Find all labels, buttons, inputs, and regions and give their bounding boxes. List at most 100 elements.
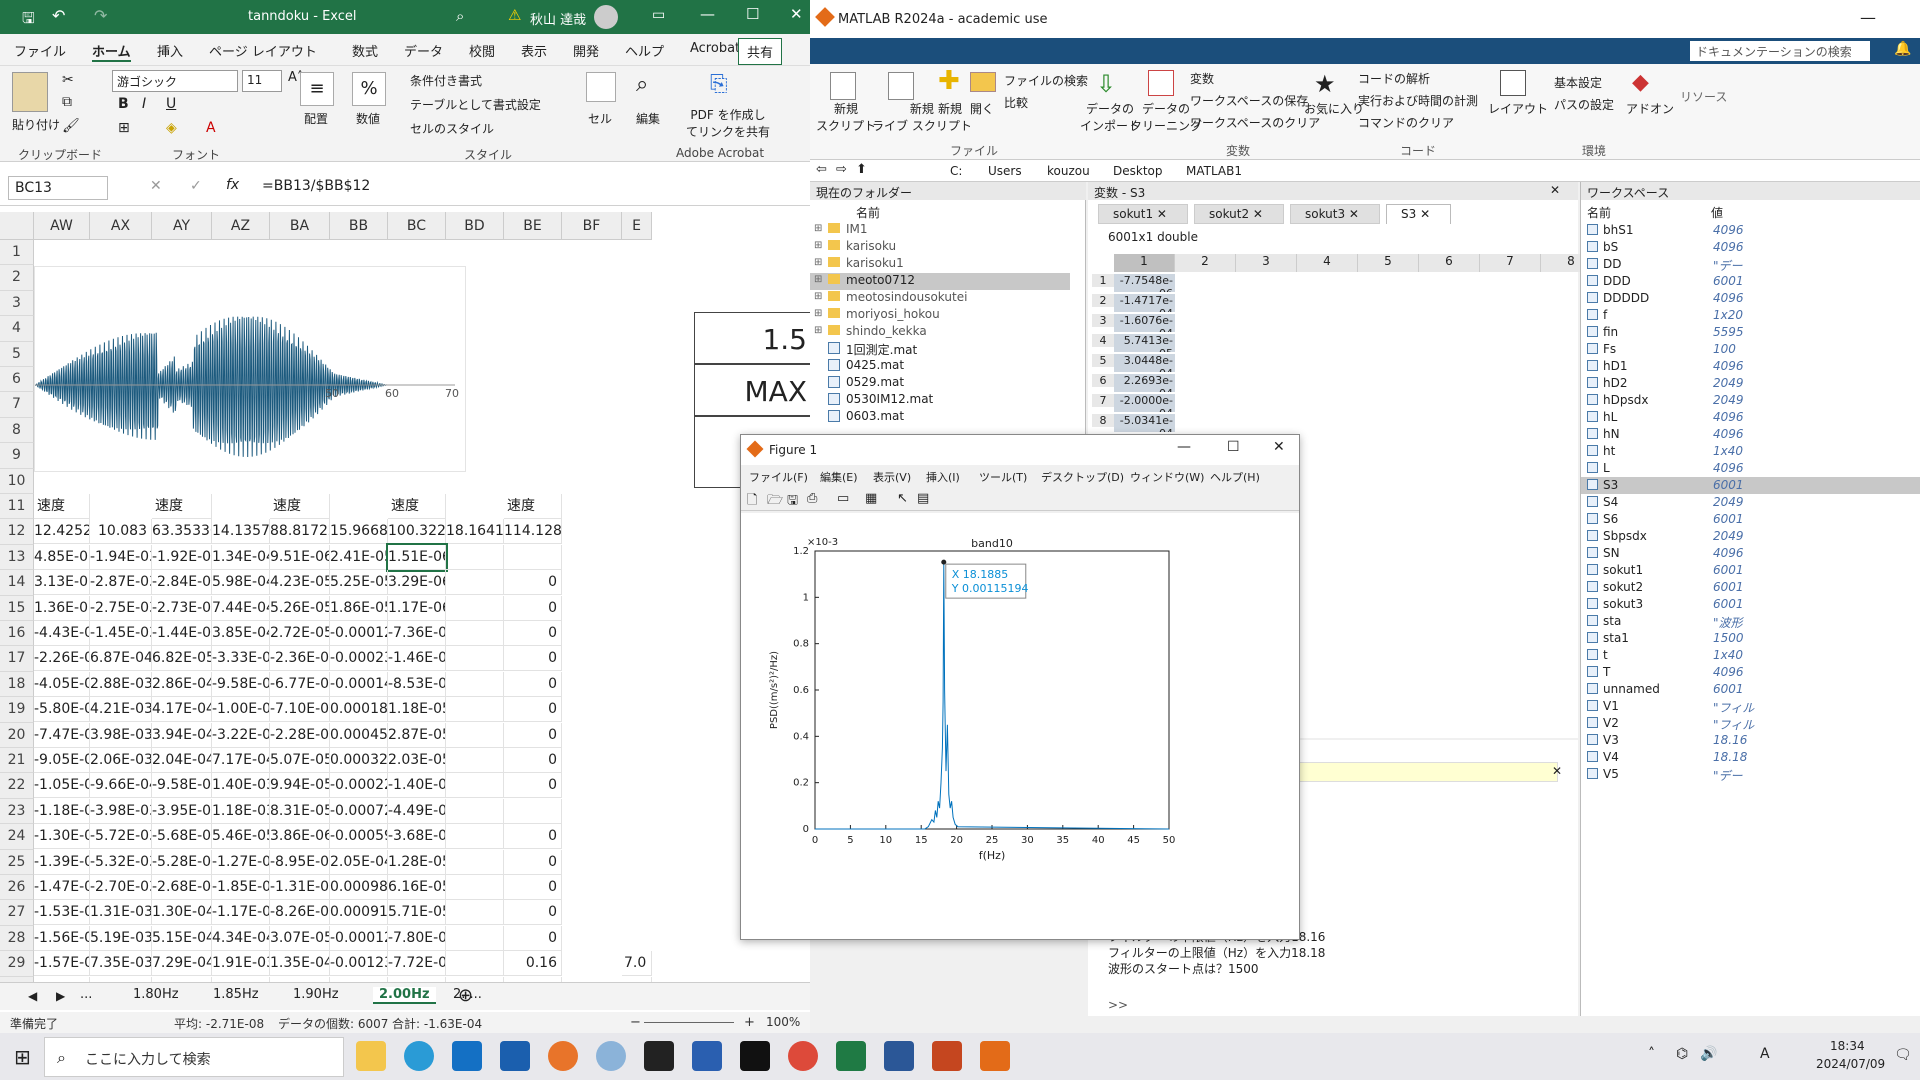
- format-painter-icon[interactable]: 🖌: [62, 118, 80, 134]
- add-sheet-button[interactable]: ⊕: [458, 985, 473, 1006]
- notification-icon[interactable]: 🗨: [1894, 1047, 1912, 1063]
- cell[interactable]: [446, 849, 504, 875]
- figure-menu-item[interactable]: デスクトップ(D): [1041, 469, 1124, 485]
- variable-cell[interactable]: -5.0341e-04: [1114, 414, 1175, 433]
- column-header[interactable]: BE: [504, 212, 562, 240]
- row-header[interactable]: 6: [0, 367, 34, 393]
- forward-icon[interactable]: ⇨: [836, 162, 847, 177]
- cell[interactable]: -2.28E-05: [270, 722, 330, 748]
- workspace-row[interactable]: V1 "フィル: [1581, 698, 1920, 715]
- cell[interactable]: -4.43E-06: [34, 621, 90, 646]
- variable-cell[interactable]: 5.7413e-05: [1114, 334, 1175, 353]
- cell[interactable]: -1.00E-03: [212, 697, 270, 723]
- workspace-row[interactable]: T 4096: [1581, 664, 1920, 681]
- minimize-button[interactable]: —: [700, 5, 715, 23]
- new-button[interactable]: 新規: [938, 100, 962, 117]
- taskbar-search[interactable]: ⌕ ここに入力して検索: [44, 1037, 344, 1077]
- row-header[interactable]: 26: [0, 875, 34, 901]
- path-segment[interactable]: Users: [988, 164, 1022, 178]
- variable-row-header[interactable]: 5: [1092, 354, 1114, 367]
- next-sheet-icon[interactable]: ▶: [56, 989, 65, 1003]
- cell[interactable]: [446, 697, 504, 723]
- cell[interactable]: -2.70E-03: [90, 875, 152, 900]
- expand-icon[interactable]: ⊞: [814, 274, 822, 285]
- cell[interactable]: [446, 621, 504, 646]
- workspace-name-header[interactable]: 名前: [1587, 204, 1611, 221]
- cell[interactable]: 0.000324: [330, 748, 388, 773]
- find-files-button[interactable]: ファイルの検索: [1004, 72, 1088, 89]
- menu-1[interactable]: ファイル: [14, 41, 66, 60]
- workspace-row[interactable]: hL 4096: [1581, 409, 1920, 426]
- menu-11[interactable]: Acrobat: [690, 41, 740, 56]
- prev-sheet-icon[interactable]: ◀: [28, 989, 37, 1003]
- align-icon[interactable]: ≡: [300, 72, 334, 106]
- cell[interactable]: 3.07E-05: [270, 925, 330, 951]
- cell[interactable]: 14.1357: [212, 519, 270, 545]
- notice-close-icon[interactable]: ✕: [1552, 764, 1562, 778]
- save-figure-icon[interactable]: 🖫: [787, 491, 798, 513]
- cell[interactable]: -0.00012: [330, 621, 388, 646]
- folder-item[interactable]: ⊞ moriyosi_hokou: [810, 307, 1070, 324]
- cell[interactable]: -2.26E-05: [34, 646, 90, 672]
- row-header[interactable]: 23: [0, 798, 34, 825]
- workspace-row[interactable]: V4 18.18: [1581, 749, 1920, 766]
- cell[interactable]: 0: [504, 697, 562, 723]
- formula-input[interactable]: =BB13/$BB$12: [262, 178, 370, 194]
- enter-icon[interactable]: ✓: [190, 178, 202, 194]
- cell[interactable]: -5.32E-03: [90, 849, 152, 875]
- variable-column-header[interactable]: 1: [1114, 254, 1175, 272]
- cell[interactable]: 5.71E-05: [388, 900, 446, 926]
- menu-3[interactable]: 挿入: [157, 41, 183, 60]
- cell[interactable]: 63.35336: [152, 519, 212, 545]
- cell[interactable]: 4.17E-04: [152, 697, 212, 723]
- name-column-header[interactable]: 名前: [856, 204, 880, 221]
- avatar[interactable]: [594, 5, 618, 29]
- figure-menu-item[interactable]: ツール(T): [979, 469, 1027, 485]
- cell[interactable]: 3.29E-06: [388, 570, 446, 596]
- variable-editor-close-icon[interactable]: ✕: [1550, 183, 1560, 197]
- workspace-row[interactable]: L 4096: [1581, 460, 1920, 477]
- expand-icon[interactable]: ⊞: [814, 240, 822, 251]
- italic-button[interactable]: I: [142, 96, 146, 112]
- layout-button[interactable]: レイアウト: [1488, 100, 1548, 117]
- cell[interactable]: -5.28E-04: [152, 849, 212, 875]
- cell[interactable]: 1.35E-04: [270, 951, 330, 977]
- cell[interactable]: [446, 570, 504, 596]
- variable-cell[interactable]: -1.4717e-04: [1114, 294, 1175, 313]
- row-header[interactable]: 24: [0, 824, 34, 850]
- cell[interactable]: 1.30E-04: [152, 900, 212, 926]
- variable-tab[interactable]: sokut3 ✕: [1290, 204, 1380, 224]
- figure-menu-item[interactable]: 編集(E): [820, 469, 858, 485]
- cell[interactable]: 1.34E-04: [212, 544, 270, 570]
- variable-tab[interactable]: sokut2 ✕: [1194, 204, 1284, 224]
- cell[interactable]: 5.26E-05: [270, 595, 330, 621]
- column-header[interactable]: AW: [34, 212, 90, 240]
- menu-10[interactable]: ヘルプ: [625, 41, 664, 60]
- mail-icon[interactable]: [452, 1041, 482, 1071]
- cell[interactable]: 0: [504, 824, 562, 850]
- variable-cell[interactable]: 2.2693e-04: [1114, 374, 1175, 393]
- workspace-row[interactable]: sta "波形: [1581, 613, 1920, 630]
- doc-search-icon[interactable]: ⌕: [1854, 41, 1862, 57]
- cell[interactable]: 0: [504, 570, 562, 596]
- row-header[interactable]: 20: [0, 722, 34, 748]
- cell[interactable]: -1.05E-04: [34, 773, 90, 799]
- print-icon[interactable]: ⎙: [807, 491, 817, 506]
- cell[interactable]: 1.91E-03: [212, 951, 270, 977]
- insert-legend-icon[interactable]: ▦: [865, 491, 877, 506]
- font-name-select[interactable]: 游ゴシック: [112, 70, 238, 92]
- cell[interactable]: -2.84E-04: [152, 570, 212, 596]
- network-icon[interactable]: ⌬: [1676, 1046, 1688, 1062]
- workspace-row[interactable]: V3 18.16: [1581, 732, 1920, 749]
- workspace-row[interactable]: hD1 4096: [1581, 358, 1920, 375]
- cell[interactable]: -4.49E-05: [388, 798, 446, 824]
- cell[interactable]: 3.13E-05: [34, 570, 90, 596]
- open-folder-icon[interactable]: [970, 72, 996, 92]
- cell[interactable]: 0: [504, 925, 562, 951]
- row-header[interactable]: 27: [0, 900, 34, 926]
- clock-time[interactable]: 18:34: [1830, 1039, 1865, 1053]
- expand-icon[interactable]: ⊞: [814, 325, 822, 336]
- cell[interactable]: -9.66E-04: [90, 773, 152, 799]
- row-header[interactable]: 13: [0, 544, 34, 571]
- clear-workspace-button[interactable]: ワークスペースのクリア: [1190, 114, 1320, 131]
